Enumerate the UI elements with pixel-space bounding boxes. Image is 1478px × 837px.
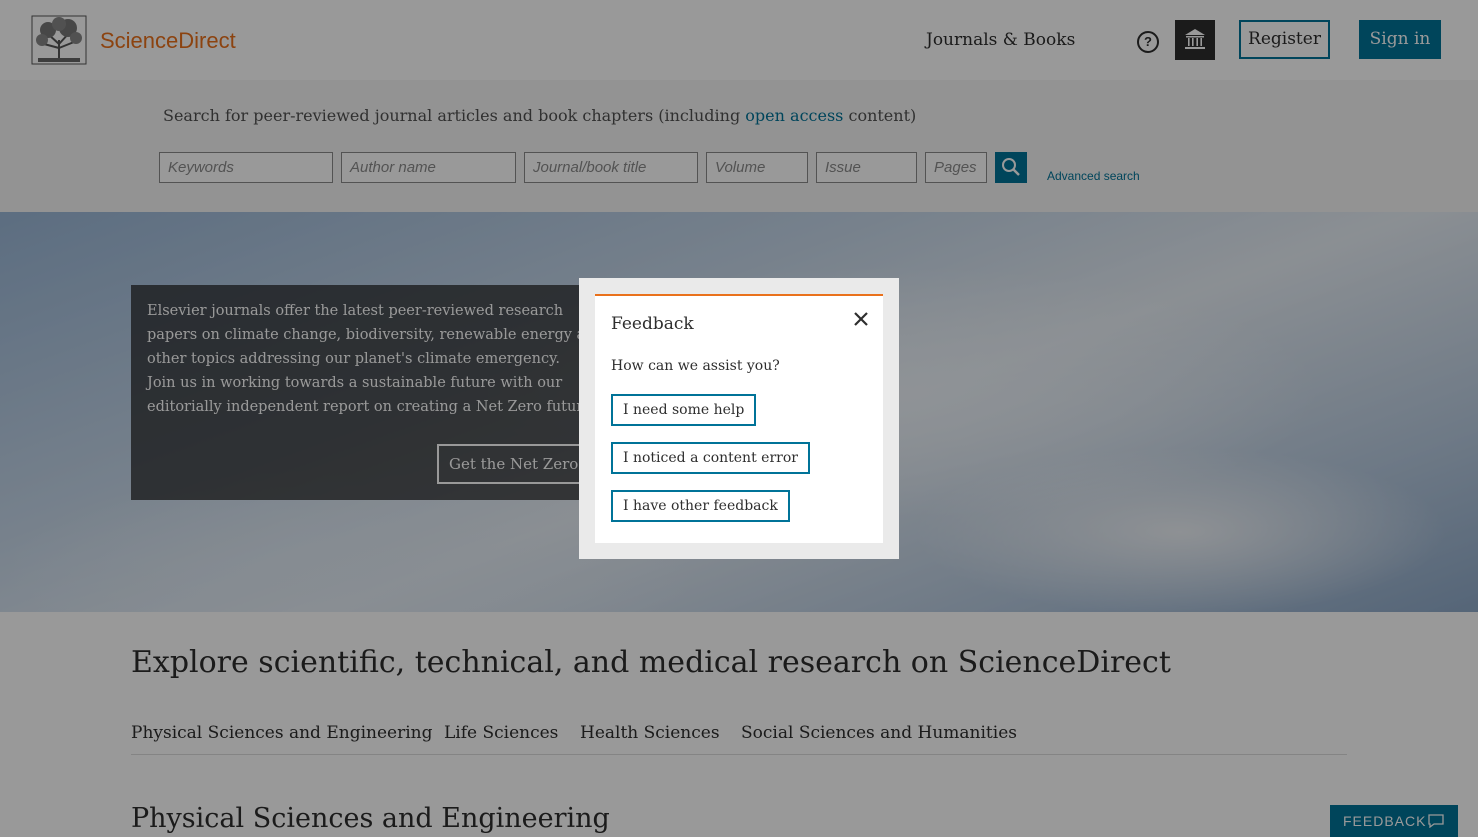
modal-title: Feedback xyxy=(611,314,694,334)
modal-question: How can we assist you? xyxy=(611,358,780,374)
feedback-modal-panel: Feedback How can we assist you? I need s… xyxy=(595,294,883,543)
need-help-button[interactable]: I need some help xyxy=(611,394,757,426)
other-feedback-button[interactable]: I have other feedback xyxy=(611,490,790,522)
feedback-modal: Feedback How can we assist you? I need s… xyxy=(579,278,899,559)
content-error-button[interactable]: I noticed a content error xyxy=(611,442,810,474)
close-icon[interactable] xyxy=(850,308,872,330)
